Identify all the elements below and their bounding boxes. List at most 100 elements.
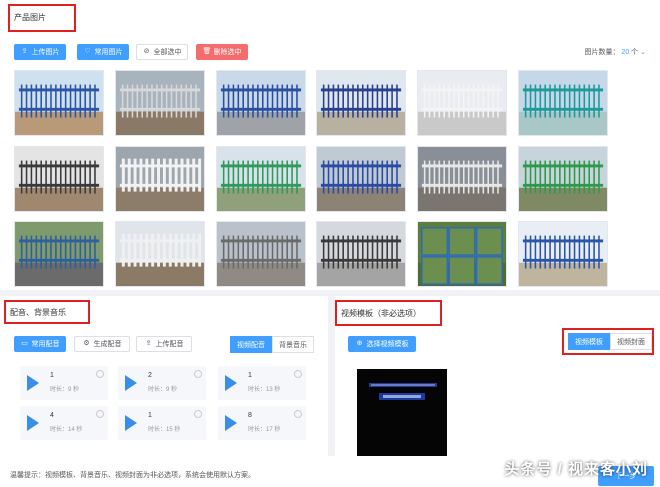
fence-photo (317, 147, 405, 211)
video-template-preview[interactable] (357, 369, 447, 457)
product-image-thumbnail[interactable] (216, 146, 306, 212)
voice-item-number: 1 (50, 372, 54, 379)
template-title: 视频模板（非必选项） (341, 309, 421, 318)
delete-selected-button[interactable]: 🗑 删除选中 (196, 44, 248, 60)
voice-item-number: 1 (148, 412, 152, 419)
play-icon[interactable] (224, 414, 238, 432)
tab-video-cover[interactable]: 视频封面 (610, 333, 652, 350)
select-template-button[interactable]: ⊕ 选择视频模板 (348, 336, 416, 352)
tab-video-voice[interactable]: 视频配音 (230, 336, 272, 353)
watermark: 头条号 / 视来客小刘 (504, 461, 648, 478)
voice-item-duration: 时长：9 秒 (50, 387, 80, 393)
select-radio[interactable] (294, 370, 302, 378)
play-icon[interactable] (26, 414, 40, 432)
product-image-thumbnail[interactable] (14, 70, 104, 136)
fence-photo (217, 71, 305, 135)
plus-icon: ⊕ (356, 340, 363, 347)
product-image-thumbnail[interactable] (316, 146, 406, 212)
generate-voice-button[interactable]: ⚙ 生成配音 (74, 336, 130, 352)
product-image-thumbnail[interactable] (518, 221, 608, 287)
footer-bar: 温馨提示：视频模板、背景音乐、视频封面为非必选项，系统会使用默认方案。 下一步 … (0, 456, 660, 487)
fence-photo (116, 147, 204, 211)
product-image-thumbnail[interactable] (316, 221, 406, 287)
voice-item[interactable]: 8 时长：17 秒 (218, 406, 306, 440)
select-radio[interactable] (194, 410, 202, 418)
product-image-thumbnail[interactable] (115, 146, 205, 212)
template-tabs: 视频模板 视频封面 (568, 333, 652, 350)
voice-item-number: 8 (248, 412, 252, 419)
trash-icon: 🗑 (202, 48, 212, 55)
fence-photo (217, 147, 305, 211)
voice-item[interactable]: 1 时长：13 秒 (218, 366, 306, 400)
fence-photo (519, 222, 607, 286)
music-tabs: 视频配音 背景音乐 (230, 336, 314, 353)
play-icon[interactable] (224, 374, 238, 392)
play-icon[interactable] (26, 374, 40, 392)
fence-photo (418, 71, 506, 135)
product-image-thumbnail[interactable] (417, 221, 507, 287)
music-title-frame: 配音、背景音乐 (4, 300, 90, 324)
chevron-down-icon[interactable]: ⌄ (640, 49, 646, 56)
product-image-thumbnail[interactable] (216, 221, 306, 287)
fence-photo (15, 147, 103, 211)
product-image-thumbnail[interactable] (417, 70, 507, 136)
select-all-button[interactable]: ⊘ 全部选中 (136, 44, 188, 60)
fence-photo (418, 222, 506, 286)
voice-item-duration: 时长：13 秒 (248, 387, 281, 393)
voice-item-duration: 时长：17 秒 (248, 427, 281, 433)
fence-photo (116, 71, 204, 135)
voice-item[interactable]: 1 时长：9 秒 (20, 366, 108, 400)
voice-item[interactable]: 2 时长：9 秒 (118, 366, 206, 400)
voice-item-number: 4 (50, 412, 54, 419)
image-count: 图片数量： 20 个 ⌄ (584, 49, 646, 56)
upload-image-button[interactable]: ⇪ 上传图片 (14, 44, 66, 60)
favorite-images-button[interactable]: ♡ 常用图片 (77, 44, 129, 60)
play-icon[interactable] (124, 414, 138, 432)
product-image-thumbnail[interactable] (14, 146, 104, 212)
music-title: 配音、背景音乐 (10, 308, 66, 317)
gear-icon: ⚙ (83, 340, 90, 347)
product-image-thumbnail[interactable] (216, 70, 306, 136)
product-image-thumbnail[interactable] (115, 70, 205, 136)
product-image-thumbnail[interactable] (14, 221, 104, 287)
voice-item-number: 2 (148, 372, 152, 379)
product-image-thumbnail[interactable] (518, 70, 608, 136)
footer-tip: 温馨提示：视频模板、背景音乐、视频封面为非必选项，系统会使用默认方案。 (10, 472, 255, 479)
upload-icon: ⇪ (21, 48, 28, 55)
fence-photo (418, 147, 506, 211)
tab-video-template[interactable]: 视频模板 (568, 333, 610, 350)
product-image-thumbnail[interactable] (115, 221, 205, 287)
heart-icon: ♡ (84, 48, 91, 55)
fence-photo (15, 222, 103, 286)
fence-photo (217, 222, 305, 286)
upload-voice-button[interactable]: ⇪ 上传配音 (136, 336, 192, 352)
product-image-thumbnail[interactable] (417, 146, 507, 212)
video-template-panel: 视频模板（非必选项） ⊕ 选择视频模板 视频模板 视频封面 (335, 296, 660, 457)
voice-item[interactable]: 1 时长：15 秒 (118, 406, 206, 440)
product-image-thumbnail[interactable] (316, 70, 406, 136)
message-icon: ▭ (21, 340, 28, 347)
product-images-panel: 产品图片 ⇪ 上传图片 ♡ 常用图片 ⊘ 全部选中 🗑 删除选中 图片数量： 2… (0, 0, 660, 290)
favorite-voice-button[interactable]: ▭ 常用配音 (14, 336, 66, 352)
select-radio[interactable] (194, 370, 202, 378)
select-radio[interactable] (96, 370, 104, 378)
fence-photo (317, 71, 405, 135)
select-radio[interactable] (96, 410, 104, 418)
check-circle-icon: ⊘ (143, 48, 150, 55)
fence-photo (116, 222, 204, 286)
voice-item-number: 1 (248, 372, 252, 379)
upload-icon: ⇪ (145, 340, 152, 347)
image-count-value: 20 (621, 49, 630, 56)
music-panel: 配音、背景音乐 ▭ 常用配音 ⚙ 生成配音 ⇪ 上传配音 视频配音 背景音乐 1… (0, 296, 328, 456)
fence-photo (519, 147, 607, 211)
product-images-title-frame: 产品图片 (8, 4, 76, 32)
voice-item-duration: 时长：9 秒 (148, 387, 178, 393)
select-radio[interactable] (294, 410, 302, 418)
template-preview-image (357, 369, 447, 457)
product-image-thumbnail[interactable] (518, 146, 608, 212)
fence-photo (317, 222, 405, 286)
tab-background-music[interactable]: 背景音乐 (272, 336, 314, 353)
voice-item-duration: 时长：14 秒 (50, 427, 83, 433)
voice-item[interactable]: 4 时长：14 秒 (20, 406, 108, 440)
play-icon[interactable] (124, 374, 138, 392)
